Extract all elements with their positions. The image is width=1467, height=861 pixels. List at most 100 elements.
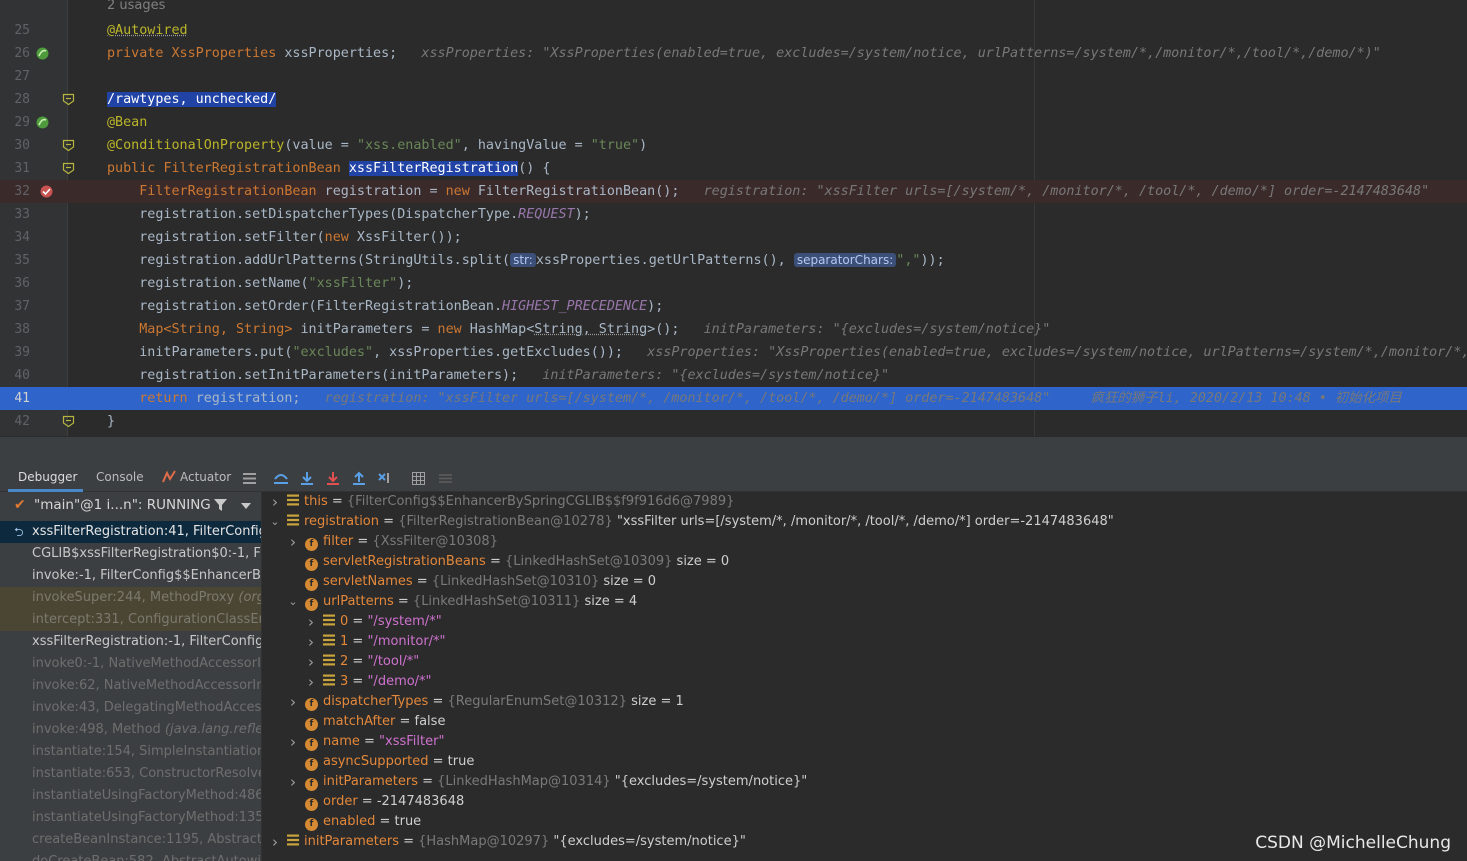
line-number[interactable]: 38 — [0, 318, 30, 341]
stack-frame[interactable]: invokeSuper:244, MethodProxy (org. — [0, 587, 261, 609]
code-line-42[interactable]: 42} — [0, 410, 1467, 433]
code-line-27[interactable]: 27 — [0, 65, 1467, 88]
line-number[interactable]: 27 — [0, 65, 30, 88]
bean-icon[interactable] — [36, 47, 49, 60]
code-text[interactable]: public FilterRegistrationBean xssFilterR… — [107, 157, 550, 180]
force-step-into-icon[interactable] — [324, 469, 342, 487]
line-number[interactable]: 31 — [0, 157, 30, 180]
variable-row[interactable]: f matchAfter = false — [305, 712, 445, 732]
chevron-right-icon[interactable]: › — [305, 672, 317, 692]
code-line-37[interactable]: 37 registration.setOrder(FilterRegistrat… — [0, 295, 1467, 318]
code-line-30[interactable]: 30 @ConditionalOnProperty(value = "xss.en… — [0, 134, 1467, 157]
code-line-31[interactable]: 31 public FilterRegistrationBean xssFilte… — [0, 157, 1467, 180]
code-text[interactable]: registration.addUrlPatterns(StringUtils.… — [107, 249, 945, 272]
code-text[interactable]: registration.setName("xssFilter"); — [107, 272, 413, 295]
stack-frame[interactable]: invoke0:-1, NativeMethodAccessorIm — [0, 653, 261, 675]
tab-console[interactable]: Console — [96, 470, 144, 484]
filter-icon[interactable] — [214, 499, 227, 511]
code-text[interactable]: /rawtypes, unchecked/ — [107, 88, 277, 111]
code-text[interactable]: initParameters.put("excludes", xssProper… — [107, 341, 1467, 364]
stack-frame[interactable]: createBeanInstance:1195, AbstractAu — [0, 829, 261, 851]
variable-row[interactable]: ⌄ registration = {FilterRegistrationBean@… — [270, 512, 1113, 532]
variable-row[interactable]: › 0 = "/system/*" — [308, 612, 442, 632]
trace-icon[interactable] — [436, 469, 454, 487]
variable-row[interactable]: f servletNames = {LinkedHashSet@10310} si… — [305, 572, 656, 592]
code-text[interactable]: registration.setOrder(FilterRegistration… — [107, 295, 663, 318]
code-text[interactable]: registration.setFilter(new XssFilter()); — [107, 226, 462, 249]
code-text[interactable]: @Autowired — [107, 19, 188, 42]
variable-row[interactable]: › f filter = {XssFilter@10308} — [290, 532, 498, 552]
fold-icon[interactable] — [62, 162, 75, 175]
evaluate-expression-icon[interactable] — [409, 469, 427, 487]
code-text[interactable]: return registration; registration: "xssF… — [107, 387, 1402, 410]
line-number[interactable]: 32 — [0, 180, 30, 203]
line-number[interactable]: 35 — [0, 249, 30, 272]
code-text[interactable]: @ConditionalOnProperty(value = "xss.enab… — [107, 134, 647, 157]
tab-actuator[interactable]: Actuator — [162, 470, 231, 484]
thread-selector[interactable]: ✔ "main"@1 i...n": RUNNING — [0, 492, 261, 518]
layout-menu-icon[interactable] — [240, 469, 258, 487]
step-out-icon[interactable] — [350, 469, 368, 487]
chevron-right-icon[interactable]: › — [305, 632, 317, 652]
variable-row[interactable]: › 1 = "/monitor/*" — [308, 632, 446, 652]
usages-hint[interactable]: 2 usages — [107, 0, 165, 13]
variable-row[interactable]: › f name = "xssFilter" — [290, 732, 444, 752]
code-text[interactable]: private XssProperties xssProperties; xss… — [107, 42, 1381, 65]
variable-row[interactable]: › this = {FilterConfig$$EnhancerBySpringC… — [272, 492, 734, 512]
code-text[interactable]: @Bean — [107, 111, 147, 134]
code-line-40[interactable]: 40 registration.setInitParameters(initPa… — [0, 364, 1467, 387]
line-number[interactable]: 40 — [0, 364, 30, 387]
run-to-cursor-icon[interactable] — [377, 469, 395, 487]
fold-icon[interactable] — [62, 139, 75, 152]
variable-row[interactable]: f enabled = true — [305, 812, 421, 832]
code-line-29[interactable]: 29 @Bean — [0, 111, 1467, 134]
step-over-icon[interactable] — [272, 469, 290, 487]
code-line-34[interactable]: 34 registration.setFilter(new XssFilter(… — [0, 226, 1467, 249]
code-text[interactable]: registration.setInitParameters(initParam… — [107, 364, 889, 387]
chevron-right-icon[interactable]: › — [287, 692, 299, 712]
code-line-39[interactable]: 39 initParameters.put("excludes", xssPro… — [0, 341, 1467, 364]
line-number[interactable]: 29 — [0, 111, 30, 134]
stack-frame[interactable]: CGLIB$xssFilterRegistration$0:-1, Filte — [0, 543, 261, 565]
chevron-right-icon[interactable]: › — [269, 492, 281, 512]
line-number[interactable]: 42 — [0, 410, 30, 433]
line-number[interactable]: 28 — [0, 88, 30, 111]
code-line-38[interactable]: 38 Map<String, String> initParameters = … — [0, 318, 1467, 341]
line-number[interactable]: 41 — [0, 387, 30, 410]
bean-icon[interactable] — [36, 116, 49, 129]
stack-frame[interactable]: instantiateUsingFactoryMethod:486, — [0, 785, 261, 807]
variable-row[interactable]: › initParameters = {HashMap@10297} "{excl… — [272, 832, 746, 852]
chevron-right-icon[interactable]: › — [287, 732, 299, 752]
stack-frame[interactable]: doCreateBean:582, AbstractAutowire — [0, 851, 261, 861]
stack-frame[interactable]: invoke:43, DelegatingMethodAccesso — [0, 697, 261, 719]
code-line-41[interactable]: 41 return registration; registration: "x… — [0, 387, 1467, 410]
stack-frame[interactable]: xssFilterRegistration:-1, FilterConfig$$ — [0, 631, 261, 653]
variable-row[interactable]: › 2 = "/tool/*" — [308, 652, 419, 672]
code-line-28[interactable]: 28/rawtypes, unchecked/ — [0, 88, 1467, 111]
stack-frame[interactable]: invoke:498, Method (java.lang.reflect. — [0, 719, 261, 741]
tab-debugger[interactable]: Debugger — [18, 470, 77, 484]
line-number[interactable]: 34 — [0, 226, 30, 249]
code-line-35[interactable]: 35 registration.addUrlPatterns(StringUti… — [0, 249, 1467, 272]
variable-row[interactable]: f order = -2147483648 — [305, 792, 464, 812]
chevron-down-icon[interactable] — [241, 503, 251, 509]
chevron-right-icon[interactable]: › — [287, 532, 299, 552]
fold-icon[interactable] — [62, 415, 75, 428]
code-line-32[interactable]: 32 FilterRegistrationBean registration =… — [0, 180, 1467, 203]
code-editor[interactable]: 2 usages 25 @Autowired 26 private XssProper… — [0, 0, 1467, 436]
stack-frame[interactable]: instantiate:653, ConstructorResolver — [0, 763, 261, 785]
stack-frame[interactable]: intercept:331, ConfigurationClassEnh — [0, 609, 261, 631]
breakpoint-icon[interactable] — [40, 185, 53, 198]
line-number[interactable]: 39 — [0, 341, 30, 364]
line-number[interactable]: 33 — [0, 203, 30, 226]
step-into-icon[interactable] — [298, 469, 316, 487]
line-number[interactable]: 36 — [0, 272, 30, 295]
variable-row[interactable]: › 3 = "/demo/*" — [308, 672, 432, 692]
panel-splitter[interactable] — [0, 436, 1467, 464]
chevron-right-icon[interactable]: › — [269, 832, 281, 852]
code-line-33[interactable]: 33 registration.setDispatcherTypes(Dispa… — [0, 203, 1467, 226]
stack-frame[interactable]: instantiateUsingFactoryMethod:1352 — [0, 807, 261, 829]
code-text[interactable]: Map<String, String> initParameters = new… — [107, 318, 1050, 341]
code-line-25[interactable]: 25 @Autowired — [0, 19, 1467, 42]
variable-row[interactable]: f servletRegistrationBeans = {LinkedHashS… — [305, 552, 729, 572]
